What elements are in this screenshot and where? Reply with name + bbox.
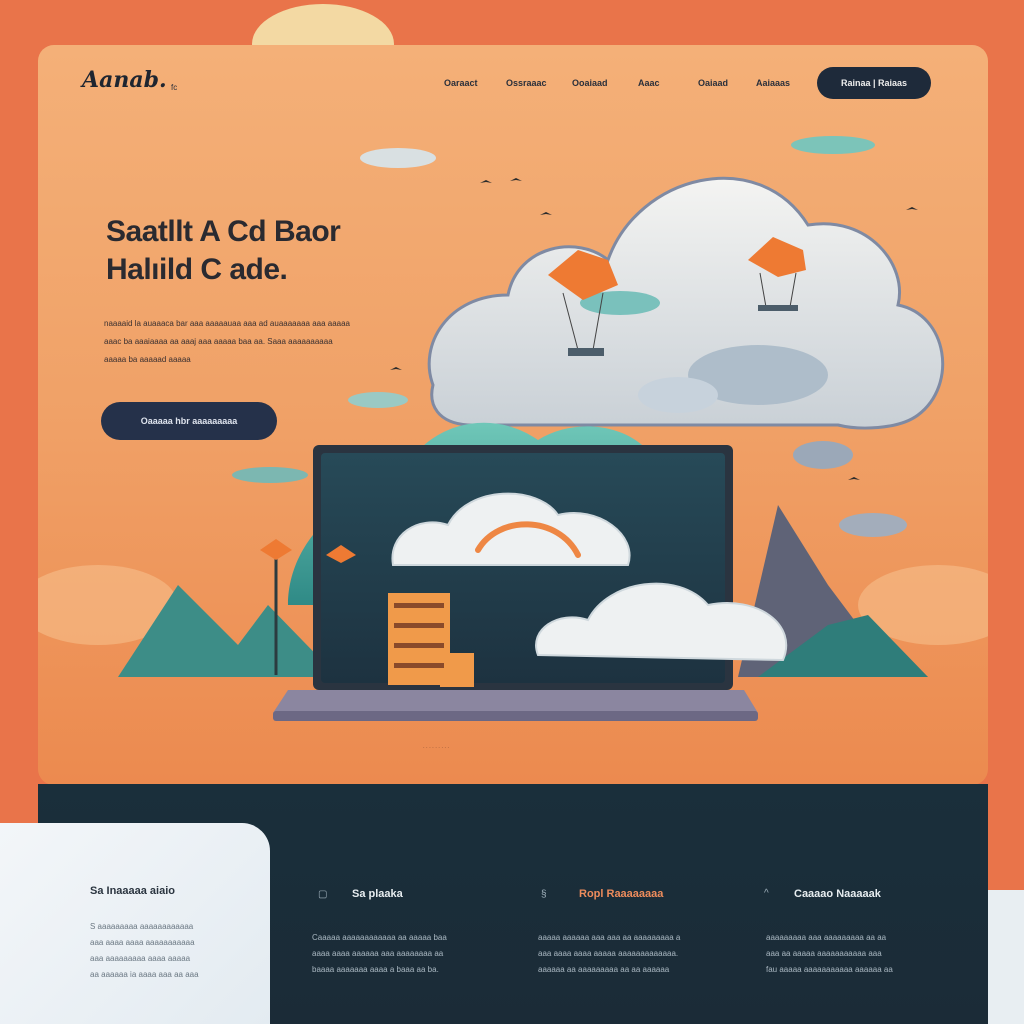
footer-intro-card: Sa Inaaaaa aiaio S aaaaaaaaa aaaaaaaaaaa… (0, 823, 270, 1024)
feature-2-text: aaaaa aaaaaa aaa aaa aa aaaaaaaaa a aaa … (538, 933, 681, 974)
feature-2-icon: § (541, 889, 547, 900)
laptop (273, 445, 788, 721)
large-cloud (427, 176, 945, 430)
feature-1-title: Sa plaaka (352, 888, 403, 900)
hero-illustration: · · · · · · · · · (38, 136, 988, 751)
feature-3-text: aaaaaaaaa aaa aaaaaaaaa aa aa aaa aa aaa… (766, 933, 893, 974)
feature-2-title: Ropl Raaaaaaaa (579, 888, 664, 900)
caption-dots: · · · · · · · · · (423, 745, 449, 751)
feature-3-title: Caaaao Naaaaak (794, 888, 881, 900)
footer-intro-text: S aaaaaaaaa aaaaaaaaaaaa aaa aaaa aaaa a… (90, 922, 199, 979)
hero-section: Aanab. fc Oaraact Ossraaac Ooaiaad Aaac … (38, 45, 988, 785)
feature-3-icon: ^ (764, 888, 769, 899)
footer-right-edge (988, 890, 1024, 1024)
footer-intro-title: Sa Inaaaaa aiaio (90, 885, 175, 897)
feature-1-icon: ▢ (318, 889, 328, 900)
feature-1-text: Caaaaa aaaaaaaaaaaa aa aaaaa baa aaaa aa… (312, 933, 447, 974)
